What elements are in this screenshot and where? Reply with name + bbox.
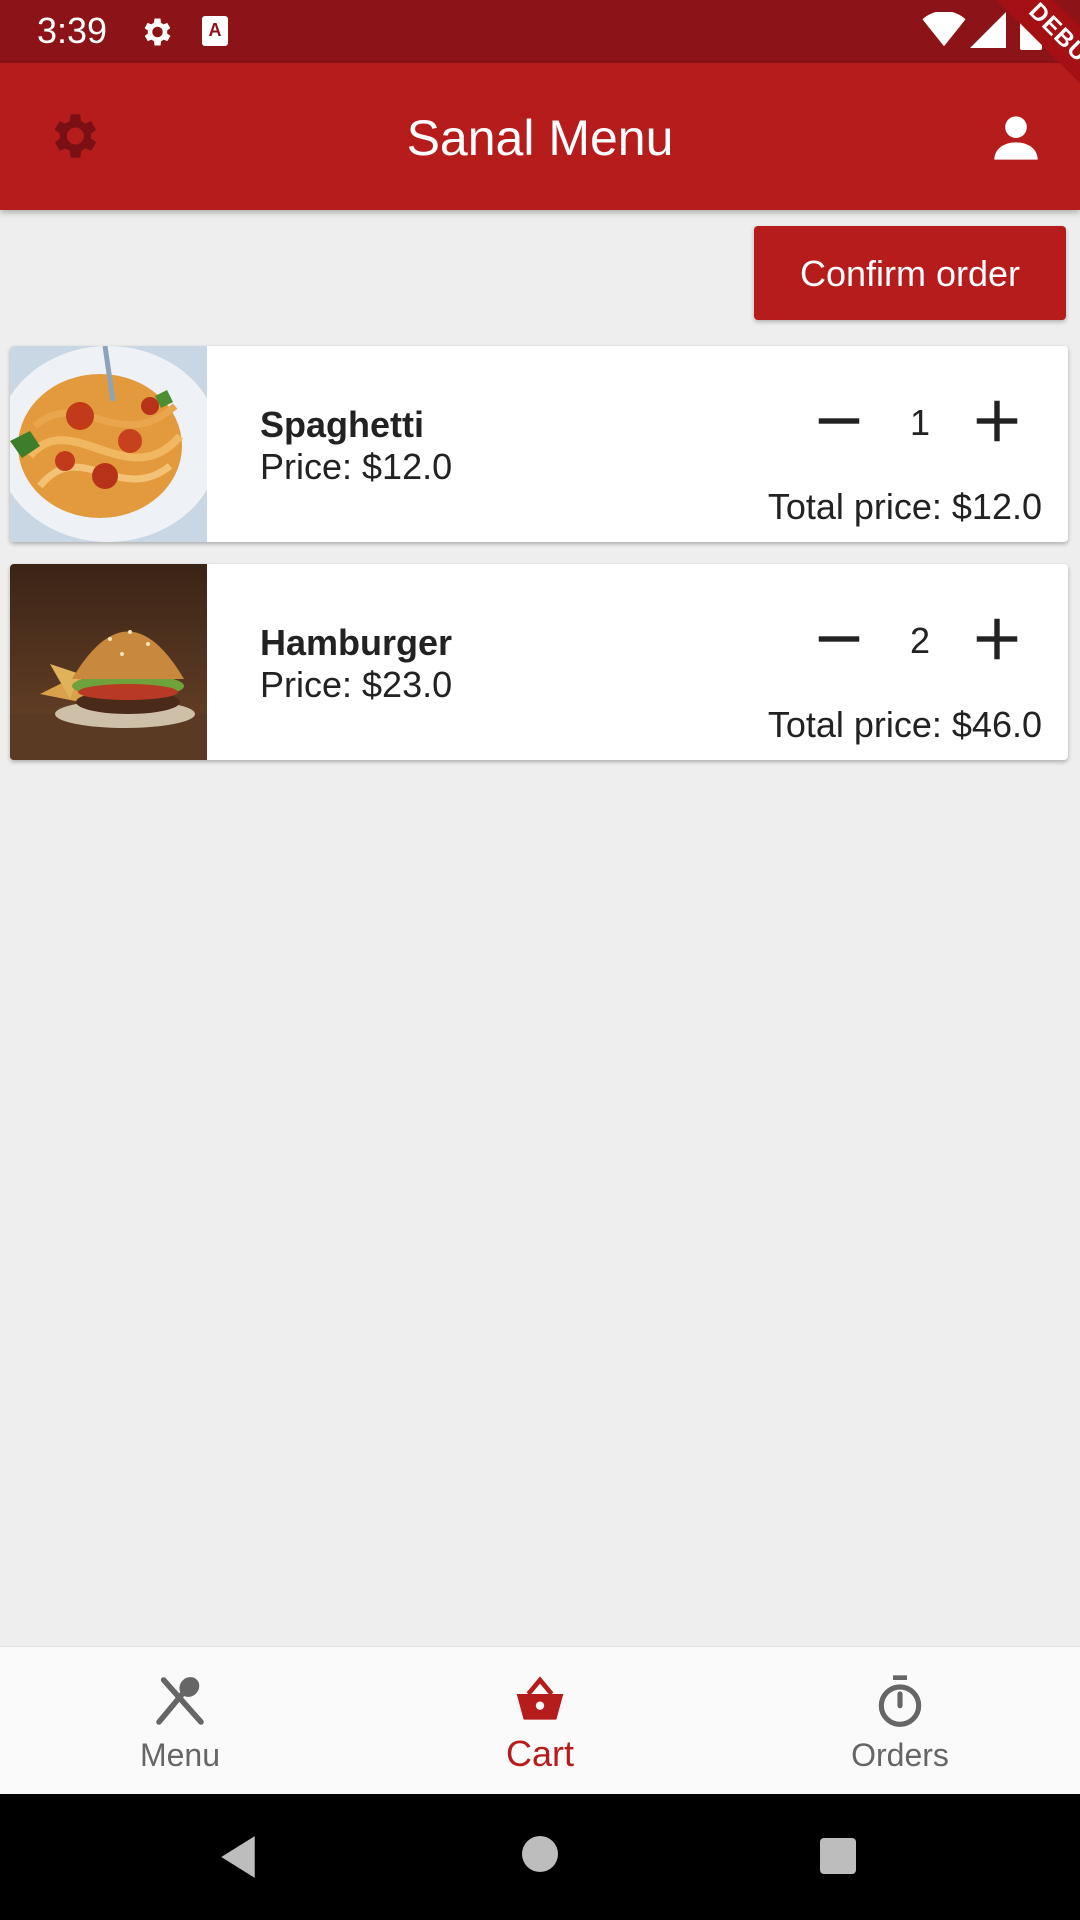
back-icon[interactable] — [216, 1834, 260, 1880]
status-time: 3:39 — [37, 10, 108, 51]
decrease-quantity-icon[interactable] — [812, 394, 866, 448]
home-icon[interactable] — [520, 1834, 560, 1874]
fork-spoon-icon — [156, 1677, 204, 1725]
nav-menu-label: Menu — [139, 1737, 221, 1773]
cart-list: Spaghetti Price: $12.0 1 Total price: $1… — [10, 346, 1068, 782]
nav-cart[interactable]: Cart — [440, 1647, 640, 1795]
confirm-order-button[interactable]: Confirm order — [754, 226, 1066, 320]
accessibility-status-icon: A — [202, 16, 228, 46]
wifi-icon — [922, 12, 966, 47]
timer-icon — [878, 1675, 922, 1727]
nav-orders[interactable]: Orders — [800, 1647, 1000, 1795]
page-title: Sanal Menu — [406, 110, 674, 166]
basket-icon — [516, 1676, 564, 1720]
system-navigation-bar — [0, 1794, 1080, 1920]
svg-text:A: A — [209, 20, 222, 40]
cart-item: Spaghetti Price: $12.0 1 Total price: $1… — [10, 346, 1068, 542]
spaghetti-image — [10, 346, 207, 542]
nav-cart-label: Cart — [505, 1733, 574, 1774]
cart-item: Hamburger Price: $23.0 2 Total price: $4… — [10, 564, 1068, 760]
item-price: Price: $23.0 — [260, 664, 453, 705]
item-price: Price: $12.0 — [260, 446, 453, 487]
quantity-value: 1 — [909, 402, 931, 443]
nav-menu[interactable]: Menu — [80, 1647, 280, 1795]
app-bar: Sanal Menu — [0, 63, 1080, 210]
increase-quantity-icon[interactable] — [970, 612, 1024, 666]
item-name: Hamburger — [260, 622, 453, 663]
item-name: Spaghetti — [260, 404, 425, 445]
decrease-quantity-icon[interactable] — [812, 612, 866, 666]
bottom-navigation: Menu Cart Orders — [0, 1646, 1080, 1795]
nav-orders-label: Orders — [851, 1737, 949, 1773]
status-bar: 3:39 A — [0, 0, 1080, 63]
increase-quantity-icon[interactable] — [970, 394, 1024, 448]
profile-icon[interactable] — [990, 112, 1042, 164]
settings-status-icon — [144, 18, 171, 46]
quantity-value: 2 — [909, 620, 931, 661]
hamburger-image — [10, 564, 207, 760]
recents-icon[interactable] — [818, 1836, 858, 1876]
item-total-price: Total price: $12.0 — [767, 486, 1042, 527]
signal-icon — [970, 12, 1006, 48]
item-total-price: Total price: $46.0 — [767, 704, 1042, 745]
